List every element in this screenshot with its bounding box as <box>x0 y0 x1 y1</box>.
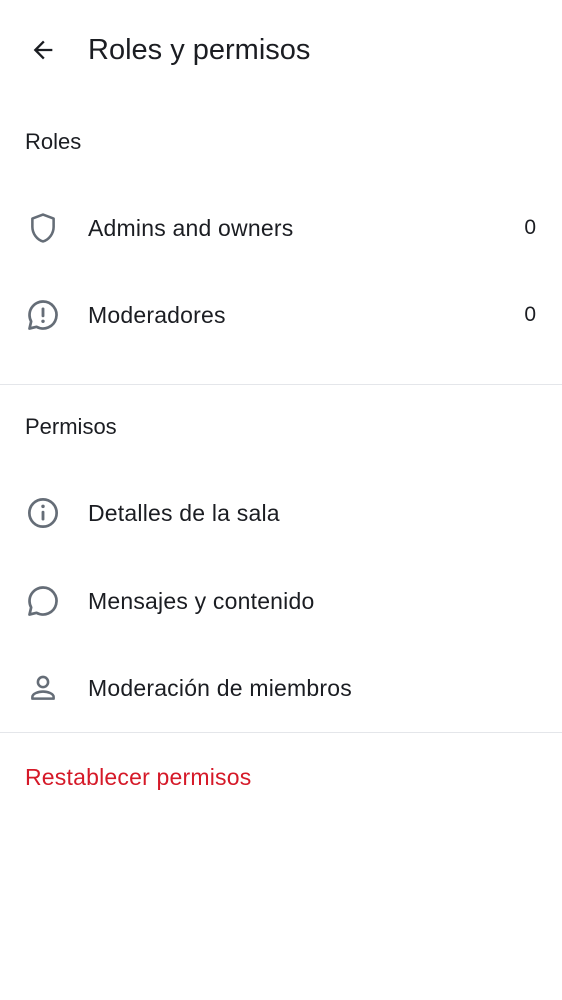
permission-room-details[interactable]: Detalles de la sala <box>0 470 562 556</box>
roles-heading: Roles <box>25 129 82 154</box>
permission-member-moderation[interactable]: Moderación de miembros <box>0 645 562 731</box>
shield-icon <box>24 209 62 247</box>
reset-permissions-button[interactable]: Restablecer permisos <box>25 760 251 794</box>
alert-bubble-icon <box>24 296 62 334</box>
app-bar: Roles y permisos <box>0 0 562 100</box>
role-count: 0 <box>524 216 536 239</box>
back-button[interactable] <box>18 26 68 74</box>
chat-bubble-icon <box>24 582 62 620</box>
arrow-left-icon <box>29 36 57 64</box>
person-icon <box>24 669 62 707</box>
section-divider <box>0 384 562 385</box>
permission-messages-content[interactable]: Mensajes y contenido <box>0 558 562 644</box>
permission-label: Mensajes y contenido <box>88 588 315 614</box>
role-admins-and-owners[interactable]: Admins and owners 0 <box>0 185 562 271</box>
info-icon <box>24 494 62 532</box>
permission-label: Detalles de la sala <box>88 500 280 526</box>
section-divider <box>0 732 562 733</box>
role-count: 0 <box>524 303 536 326</box>
permission-label: Moderación de miembros <box>88 675 352 701</box>
role-moderadores[interactable]: Moderadores 0 <box>0 272 562 358</box>
role-label: Moderadores <box>88 302 226 328</box>
permissions-heading: Permisos <box>25 414 117 439</box>
role-label: Admins and owners <box>88 215 294 241</box>
page-title: Roles y permisos <box>88 34 311 66</box>
